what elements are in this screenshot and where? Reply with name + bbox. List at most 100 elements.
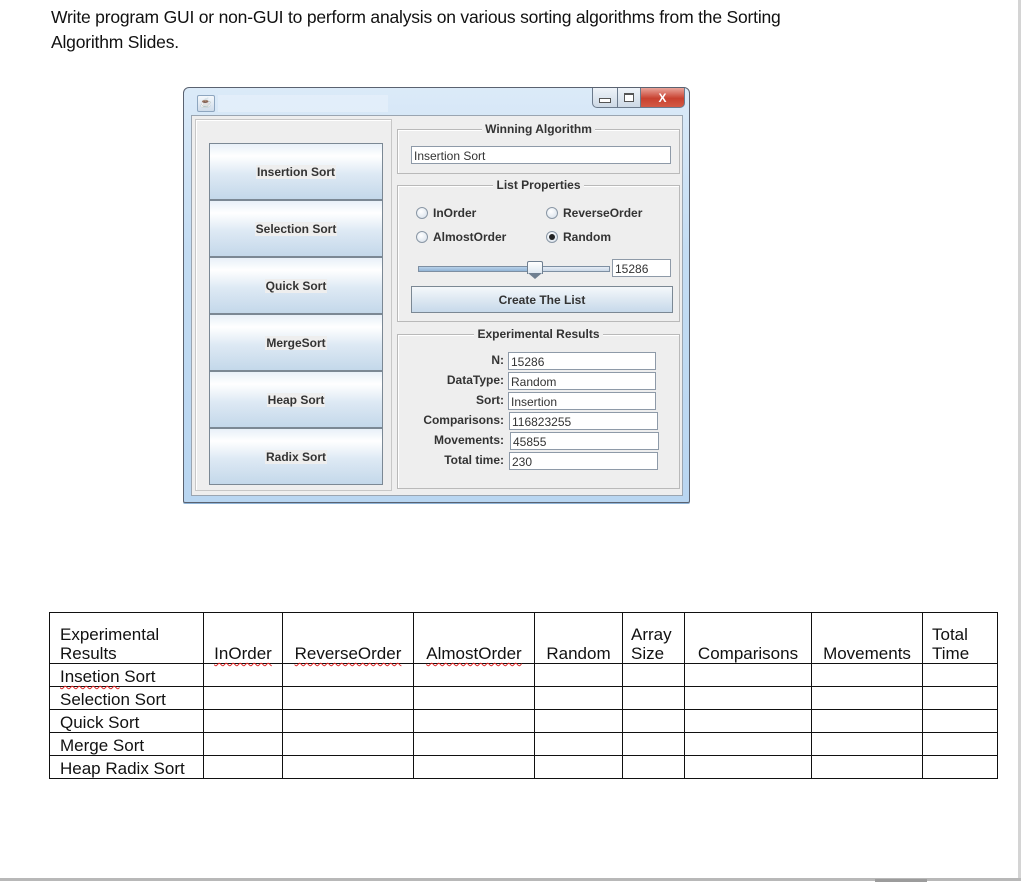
datatype-label: DataType:: [446, 373, 504, 387]
table-cell[interactable]: [922, 686, 998, 710]
table-cell[interactable]: [534, 755, 623, 779]
caption-buttons: X: [592, 88, 685, 108]
table-cell[interactable]: [684, 755, 812, 779]
table-cell[interactable]: [811, 663, 923, 687]
minimize-icon: [599, 98, 611, 103]
table-cell[interactable]: [413, 663, 535, 687]
table-cell[interactable]: [282, 686, 414, 710]
winning-algorithm-title: Winning Algorithm: [398, 122, 679, 136]
table-cell[interactable]: [811, 709, 923, 733]
radix-sort-button[interactable]: Radix Sort: [209, 428, 383, 485]
table-row: Merge Sort: [49, 732, 998, 756]
radio-label: ReverseOrder: [563, 206, 643, 220]
radio-random[interactable]: Random: [546, 230, 611, 244]
title-bar[interactable]: ☕ X: [184, 88, 689, 114]
radio-label: AlmostOrder: [433, 230, 507, 244]
table-cell[interactable]: [684, 663, 812, 687]
column-header-comparisons: Comparisons: [684, 612, 812, 664]
column-header-reverseorder: ReverseOrder: [282, 612, 414, 664]
winning-algorithm-field[interactable]: Insertion Sort: [411, 146, 671, 164]
table-cell[interactable]: [203, 755, 283, 779]
table-cell[interactable]: [622, 755, 685, 779]
n-field[interactable]: 15286: [508, 352, 656, 370]
datatype-field[interactable]: Random: [508, 372, 656, 390]
table-cell[interactable]: [413, 755, 535, 779]
table-cell[interactable]: [203, 686, 283, 710]
prompt-line-2: Algorithm Slides.: [51, 32, 179, 52]
table-cell[interactable]: [684, 709, 812, 733]
quick-sort-button[interactable]: Quick Sort: [209, 257, 383, 314]
slider-thumb[interactable]: [526, 261, 543, 279]
total-time-field[interactable]: 230: [509, 452, 658, 470]
row-header-selection-sort: Selection Sort: [49, 686, 204, 710]
radio-button-icon[interactable]: [546, 207, 558, 219]
table-cell[interactable]: [413, 709, 535, 733]
sort-label: Sort:: [476, 393, 504, 407]
button-label: MergeSort: [265, 335, 327, 350]
sort-field[interactable]: Insertion: [508, 392, 656, 410]
button-label: Quick Sort: [264, 278, 328, 293]
column-header-array-size: Array Size: [622, 612, 685, 664]
radio-button-icon[interactable]: [546, 231, 558, 243]
table-cell[interactable]: [922, 732, 998, 756]
header-line: Experimental: [60, 625, 160, 644]
radio-almostorder[interactable]: AlmostOrder: [416, 230, 506, 244]
button-label: Selection Sort: [254, 221, 338, 236]
table-cell[interactable]: [203, 709, 283, 733]
button-label: Insertion Sort: [255, 164, 336, 179]
table-cell[interactable]: [282, 755, 414, 779]
window-title: [218, 95, 388, 112]
table-cell[interactable]: [922, 709, 998, 733]
table-cell[interactable]: [534, 663, 623, 687]
table-cell[interactable]: [282, 732, 414, 756]
movements-field[interactable]: 45855: [510, 432, 659, 450]
window-content: Insertion Sort Selection Sort Quick Sort…: [191, 115, 683, 496]
java-icon[interactable]: ☕: [197, 95, 215, 112]
table-cell[interactable]: [622, 663, 685, 687]
header-line: Results: [60, 644, 117, 663]
table-cell[interactable]: [811, 686, 923, 710]
close-button[interactable]: X: [641, 88, 685, 108]
create-list-button[interactable]: Create The List: [411, 286, 673, 313]
column-header-total-time: Total Time: [922, 612, 998, 664]
button-label: Radix Sort: [264, 449, 327, 464]
table-cell[interactable]: [282, 709, 414, 733]
table-cell[interactable]: [534, 709, 623, 733]
table-cell[interactable]: [922, 755, 998, 779]
table-cell[interactable]: [413, 686, 535, 710]
table-cell[interactable]: [534, 686, 623, 710]
table-cell[interactable]: [811, 755, 923, 779]
table-cell[interactable]: [684, 686, 812, 710]
table-cell[interactable]: [203, 663, 283, 687]
radio-reverseorder[interactable]: ReverseOrder: [546, 206, 642, 220]
table-cell[interactable]: [622, 732, 685, 756]
maximize-button[interactable]: [618, 88, 641, 108]
table-cell[interactable]: [622, 709, 685, 733]
comparisons-field[interactable]: 116823255: [509, 412, 658, 430]
row-header-merge-sort: Merge Sort: [49, 732, 204, 756]
table-cell[interactable]: [684, 732, 812, 756]
table-cell[interactable]: [282, 663, 414, 687]
list-size-field[interactable]: 15286: [612, 259, 671, 277]
table-cell[interactable]: [413, 732, 535, 756]
minimize-button[interactable]: [592, 88, 618, 108]
comparisons-label: Comparisons:: [423, 413, 504, 427]
radio-button-icon[interactable]: [416, 207, 428, 219]
winning-algorithm-group: Winning Algorithm Insertion Sort: [397, 122, 680, 174]
merge-sort-button[interactable]: MergeSort: [209, 314, 383, 371]
row-header-heap-radix-sort: Heap Radix Sort: [49, 755, 204, 779]
radio-inorder[interactable]: InOrder: [416, 206, 476, 220]
heap-sort-button[interactable]: Heap Sort: [209, 371, 383, 428]
list-size-slider[interactable]: [418, 261, 610, 279]
selection-sort-button[interactable]: Selection Sort: [209, 200, 383, 257]
insertion-sort-button[interactable]: Insertion Sort: [209, 143, 383, 200]
table-cell[interactable]: [922, 663, 998, 687]
table-cell[interactable]: [811, 732, 923, 756]
table-cell[interactable]: [534, 732, 623, 756]
assignment-prompt: Write program GUI or non-GUI to perform …: [51, 5, 871, 55]
table-cell[interactable]: [622, 686, 685, 710]
table-header-row: Experimental Results InOrder ReverseOrde…: [49, 612, 998, 664]
column-header-almostorder: AlmostOrder: [413, 612, 535, 664]
radio-button-icon[interactable]: [416, 231, 428, 243]
table-cell[interactable]: [203, 732, 283, 756]
